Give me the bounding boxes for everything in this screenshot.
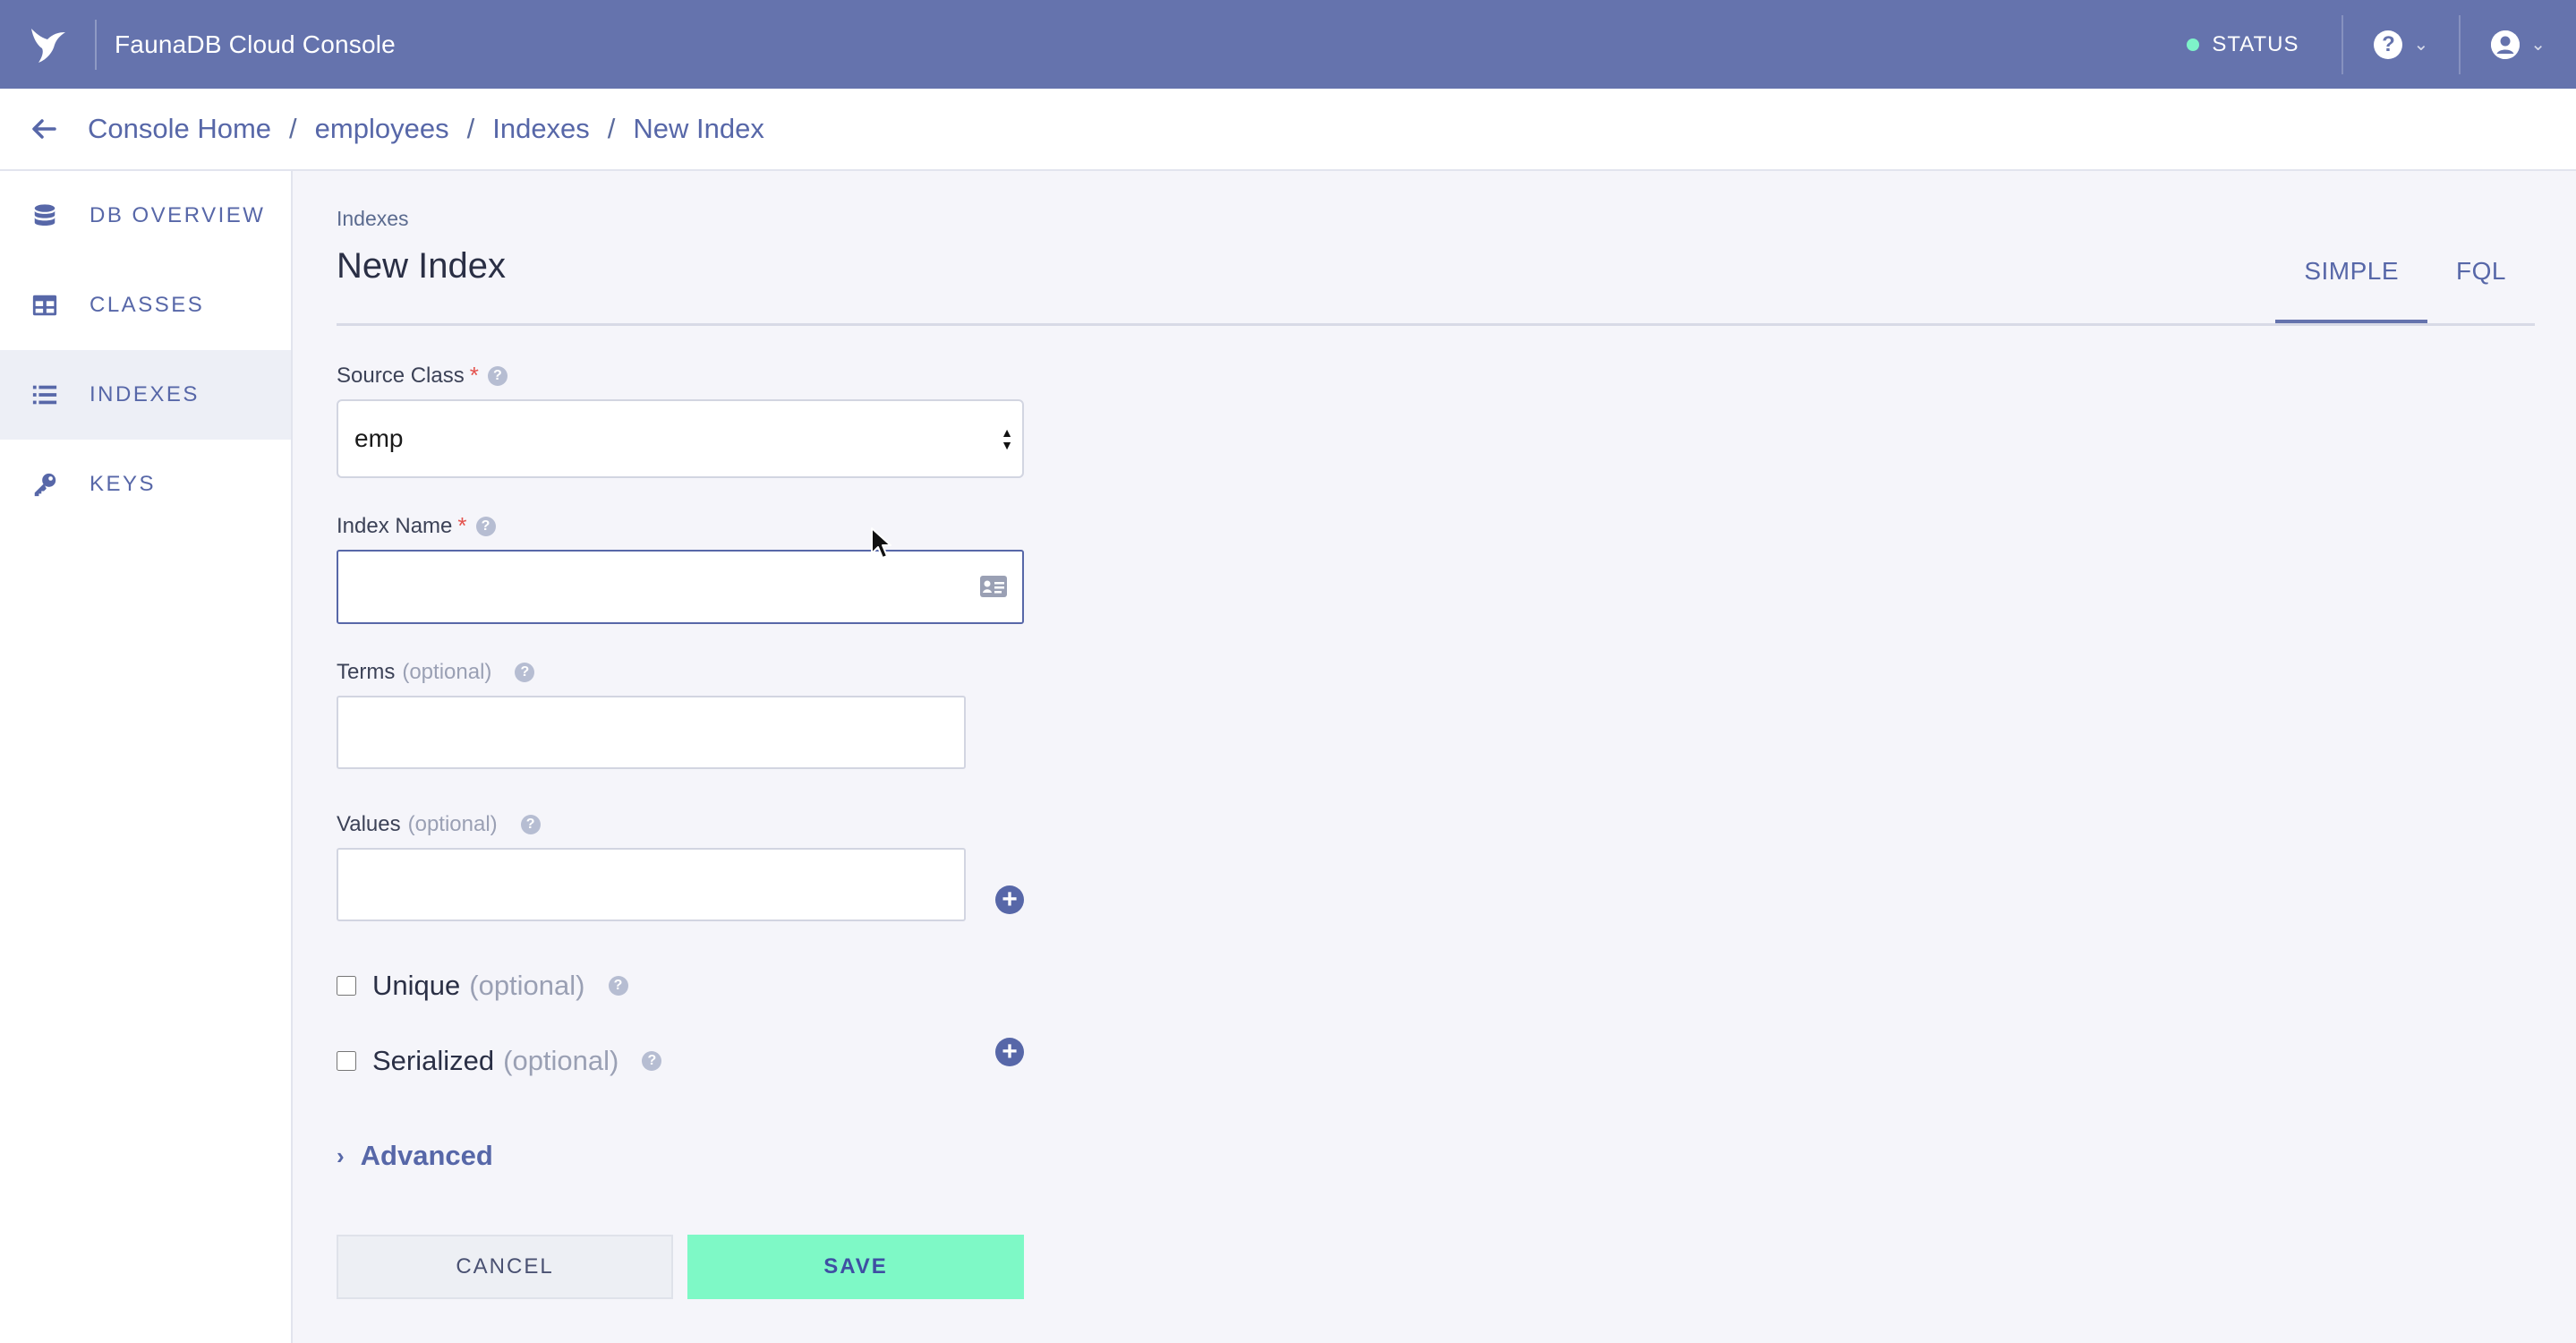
mouse-cursor-icon (871, 527, 891, 559)
sidebar-item-classes[interactable]: CLASSES (0, 261, 291, 350)
breadcrumb: Console Home / employees / Indexes / New… (88, 113, 764, 145)
terms-input[interactable] (337, 696, 966, 769)
breadcrumb-separator: / (289, 113, 297, 144)
serialized-label[interactable]: Serialized (372, 1045, 494, 1077)
index-name-input[interactable] (337, 550, 1024, 624)
sidebar-item-label: KEYS (90, 472, 157, 496)
tab-simple[interactable]: SIMPLE (2275, 257, 2428, 325)
advanced-toggle[interactable]: › Advanced (337, 1140, 493, 1172)
help-icon[interactable]: ? (642, 1051, 662, 1071)
breadcrumb-separator: / (466, 113, 475, 144)
add-term-icon[interactable]: + (995, 885, 1024, 914)
chevron-down-icon: ⌄ (2530, 35, 2546, 55)
values-input[interactable] (337, 848, 966, 921)
sidebar-item-db-overview[interactable]: DB OVERVIEW (0, 171, 291, 261)
topbar-divider (95, 19, 97, 70)
sidebar-item-label: INDEXES (90, 382, 200, 406)
values-label-text: Values (337, 812, 401, 836)
top-bar: FaunaDB Cloud Console STATUS ? ⌄ ⌄ (0, 0, 2576, 89)
save-button[interactable]: SAVE (687, 1235, 1024, 1299)
source-class-label: Source Class * ? (337, 362, 508, 389)
select-arrows-icon: ▲ ▼ (1001, 425, 1013, 452)
sidebar-item-label: DB OVERVIEW (90, 203, 266, 227)
back-arrow-icon[interactable] (0, 88, 88, 170)
help-icon[interactable]: ? (475, 516, 496, 536)
help-icon[interactable]: ? (520, 815, 541, 834)
tab-divider (337, 323, 2535, 326)
sidebar: DB OVERVIEW CLASSES INDEXES KEYS (0, 171, 293, 1343)
optional-hint: (optional) (402, 660, 492, 684)
help-icon: ? (2374, 30, 2403, 59)
unique-checkbox[interactable] (337, 976, 356, 996)
serialized-checkbox[interactable] (337, 1051, 356, 1071)
help-icon[interactable]: ? (608, 976, 628, 996)
status-dot-icon (2187, 38, 2200, 51)
list-icon (29, 379, 61, 411)
source-class-value: emp (354, 424, 404, 452)
required-mark: * (457, 512, 467, 539)
page-title: New Index (337, 246, 506, 286)
tab-fql[interactable]: FQL (2427, 257, 2535, 325)
cancel-button[interactable]: CANCEL (337, 1235, 673, 1299)
sidebar-item-keys[interactable]: KEYS (0, 440, 291, 529)
page-eyebrow: Indexes (337, 207, 409, 230)
status-label: STATUS (2212, 31, 2299, 56)
source-class-select[interactable]: emp ▲ ▼ (337, 399, 1024, 478)
breadcrumb-separator: / (607, 113, 616, 144)
breadcrumb-bar: Console Home / employees / Indexes / New… (0, 89, 2576, 171)
unique-label[interactable]: Unique (372, 970, 460, 1002)
terms-label: Terms (optional) ? (337, 660, 535, 685)
help-icon[interactable]: ? (515, 663, 535, 682)
sidebar-item-indexes[interactable]: INDEXES (0, 350, 291, 440)
optional-hint: (optional) (469, 970, 585, 1001)
index-name-label: Index Name * ? (337, 512, 496, 540)
database-icon (29, 200, 61, 232)
index-name-label-text: Index Name (337, 513, 453, 538)
status-link[interactable]: STATUS (2187, 32, 2341, 57)
user-avatar-icon (2491, 30, 2521, 59)
chevron-right-icon: › (337, 1142, 345, 1169)
fauna-bird-logo-icon[interactable] (0, 0, 95, 89)
breadcrumb-current: New Index (633, 113, 764, 144)
mode-tabs: SIMPLE FQL (2275, 257, 2535, 325)
account-menu[interactable]: ⌄ (2461, 0, 2576, 89)
optional-hint: (optional) (407, 812, 498, 836)
breadcrumb-indexes[interactable]: Indexes (492, 113, 590, 145)
terms-label-text: Terms (337, 660, 396, 684)
help-menu[interactable]: ? ⌄ (2343, 0, 2459, 89)
topbar-right: STATUS ? ⌄ ⌄ (2187, 0, 2576, 89)
unique-option: Unique (optional) ? (337, 970, 628, 1002)
values-label: Values (optional) ? (337, 812, 541, 837)
breadcrumb-database[interactable]: employees (315, 113, 449, 145)
serialized-option: Serialized (optional) ? (337, 1045, 662, 1077)
key-icon (29, 468, 61, 500)
chevron-down-icon: ⌄ (2413, 35, 2429, 55)
required-mark: * (469, 362, 479, 389)
advanced-label: Advanced (360, 1140, 493, 1171)
contact-card-icon[interactable] (979, 575, 1008, 598)
sidebar-item-label: CLASSES (90, 293, 205, 317)
app-title: FaunaDB Cloud Console (115, 30, 396, 58)
optional-hint: (optional) (503, 1045, 619, 1076)
help-icon[interactable]: ? (487, 365, 508, 386)
add-value-icon[interactable]: + (995, 1038, 1024, 1066)
source-class-label-text: Source Class (337, 363, 465, 388)
breadcrumb-console-home[interactable]: Console Home (88, 113, 271, 145)
table-icon (29, 289, 61, 321)
